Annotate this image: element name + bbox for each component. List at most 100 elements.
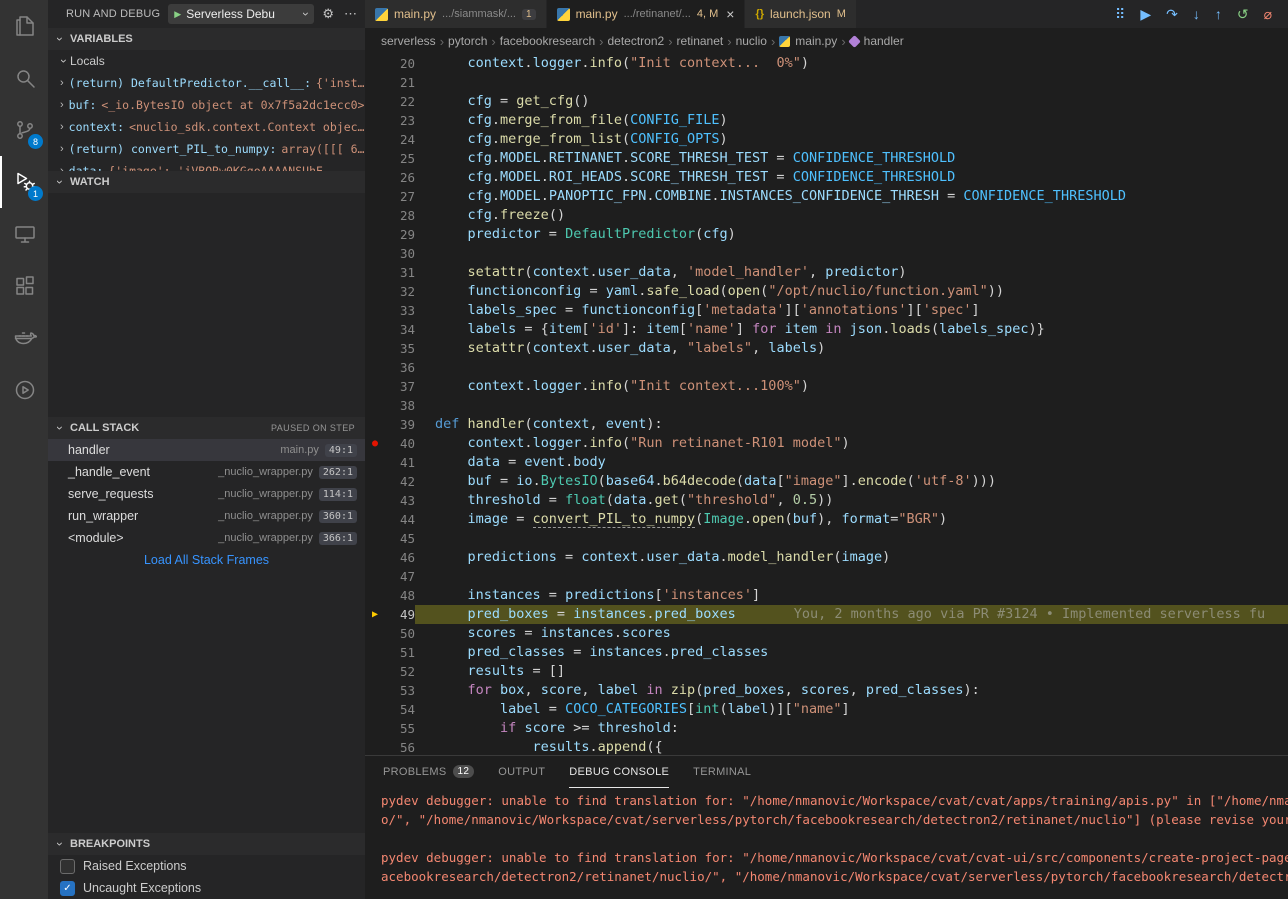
variable-row[interactable]: ›buf:<_io.BytesIO object at 0x7f5a2dc1ec… [48,94,365,116]
gutter-cell[interactable] [365,491,385,510]
panel-tab-problems[interactable]: PROBLEMS12 [383,756,474,788]
code-line-27[interactable]: 27 cfg.MODEL.PANOPTIC_FPN.COMBINE.INSTAN… [365,187,1288,206]
step-out-icon[interactable]: ↑ [1215,6,1222,22]
code-line-28[interactable]: 28 cfg.freeze() [365,206,1288,225]
code-line-21[interactable]: 21 [365,73,1288,92]
breadcrumb-item-nuclio[interactable]: nuclio [736,34,767,48]
search-icon[interactable] [0,52,48,104]
panel-tab-output[interactable]: OUTPUT [498,756,545,788]
code-line-37[interactable]: 37 context.logger.info("Init context...1… [365,377,1288,396]
gutter-cell[interactable] [365,415,385,434]
code-line-55[interactable]: 55 if score >= threshold: [365,719,1288,738]
step-into-icon[interactable]: ↓ [1193,6,1200,22]
gutter-cell[interactable] [365,358,385,377]
breadcrumb-item-retinanet[interactable]: retinanet [677,34,724,48]
breakpoint-icon[interactable]: ● [365,434,385,453]
variable-row[interactable]: ›(return) convert_PIL_to_numpy:array([[[… [48,138,365,160]
gutter-cell[interactable] [365,54,385,73]
gutter-cell[interactable] [365,111,385,130]
close-icon[interactable]: × [726,6,734,22]
gutter-cell[interactable] [365,529,385,548]
code-line-33[interactable]: 33 labels_spec = functionconfig['metadat… [365,301,1288,320]
breadcrumb-item-pytorch[interactable]: pytorch [448,34,487,48]
stack-frame-row[interactable]: run_wrapper_nuclio_wrapper.py360:1 [48,505,365,527]
run-and-debug-icon[interactable]: 1 [0,156,48,208]
gutter-cell[interactable] [365,149,385,168]
editor-tab-2-launch.json[interactable]: {}launch.jsonM [745,0,856,28]
test-explorer-icon[interactable] [0,364,48,416]
gutter-cell[interactable] [365,263,385,282]
code-line-48[interactable]: 48 instances = predictions['instances'] [365,586,1288,605]
gutter-cell[interactable] [365,73,385,92]
code-line-29[interactable]: 29 predictor = DefaultPredictor(cfg) [365,225,1288,244]
checkbox[interactable] [60,859,75,874]
gutter-cell[interactable] [365,244,385,263]
code-line-34[interactable]: 34 labels = {item['id']: item['name'] fo… [365,320,1288,339]
scope-locals[interactable]: › Locals [48,50,365,72]
gutter-cell[interactable] [365,320,385,339]
gutter-cell[interactable] [365,168,385,187]
gutter-cell[interactable] [365,282,385,301]
gutter-cell[interactable] [365,301,385,320]
code-line-53[interactable]: 53 for box, score, label in zip(pred_box… [365,681,1288,700]
code-line-43[interactable]: 43 threshold = float(data.get("threshold… [365,491,1288,510]
gutter-cell[interactable] [365,662,385,681]
code-line-52[interactable]: 52 results = [] [365,662,1288,681]
code-line-25[interactable]: 25 cfg.MODEL.RETINANET.SCORE_THRESH_TEST… [365,149,1288,168]
gutter-cell[interactable] [365,396,385,415]
gutter-cell[interactable] [365,339,385,358]
disconnect-icon[interactable]: ⌀ [1264,6,1272,23]
panel-tab-debug-console[interactable]: DEBUG CONSOLE [569,756,669,788]
debug-console-output[interactable]: pydev debugger: unable to find translati… [365,788,1288,886]
explorer-icon[interactable] [0,0,48,52]
panel-tab-terminal[interactable]: TERMINAL [693,756,751,788]
breadcrumb-item-handler[interactable]: handler [850,34,904,48]
code-line-54[interactable]: 54 label = COCO_CATEGORIES[int(label)]["… [365,700,1288,719]
code-line-44[interactable]: 44 image = convert_PIL_to_numpy(Image.op… [365,510,1288,529]
gutter-cell[interactable] [365,738,385,755]
gutter-cell[interactable] [365,700,385,719]
remote-explorer-icon[interactable] [0,208,48,260]
continue-icon[interactable]: ▶ [1140,6,1151,23]
editor-tab-0-main.py[interactable]: main.py.../siammask/...1 [365,0,547,28]
code-line-26[interactable]: 26 cfg.MODEL.ROI_HEADS.SCORE_THRESH_TEST… [365,168,1288,187]
gutter-cell[interactable] [365,472,385,491]
breadcrumb-item-detectron2[interactable]: detectron2 [607,34,664,48]
stack-frame-row[interactable]: _handle_event_nuclio_wrapper.py262:1 [48,461,365,483]
code-line-32[interactable]: 32 functionconfig = yaml.safe_load(open(… [365,282,1288,301]
code-line-56[interactable]: 56 results.append({ [365,738,1288,755]
code-line-51[interactable]: 51 pred_classes = instances.pred_classes [365,643,1288,662]
code-line-39[interactable]: 39def handler(context, event): [365,415,1288,434]
breakpoint-row[interactable]: Raised Exceptions [48,855,365,877]
gutter-cell[interactable] [365,719,385,738]
call-stack-section-header[interactable]: › CALL STACK PAUSED ON STEP [48,417,365,439]
drag-grip-icon[interactable]: ⠿ [1115,6,1125,23]
editor-tab-1-main.py[interactable]: main.py.../retinanet/...4, M× [547,0,746,28]
variable-row[interactable]: ›data:{'image': 'iVBORw0KGgoAAAANSUhE… [48,160,365,171]
gutter-cell[interactable] [365,92,385,111]
code-line-50[interactable]: 50 scores = instances.scores [365,624,1288,643]
code-line-23[interactable]: 23 cfg.merge_from_file(CONFIG_FILE) [365,111,1288,130]
breadcrumb-item-main.py[interactable]: main.py [779,34,837,48]
code-line-41[interactable]: 41 data = event.body [365,453,1288,472]
docker-icon[interactable] [0,312,48,364]
breadcrumb-item-serverless[interactable]: serverless [381,34,436,48]
code-line-31[interactable]: 31 setattr(context.user_data, 'model_han… [365,263,1288,282]
gear-icon[interactable]: ⚙ [322,6,334,22]
gutter-cell[interactable] [365,130,385,149]
checkbox[interactable]: ✓ [60,881,75,896]
code-line-20[interactable]: 20 context.logger.info("Init context... … [365,54,1288,73]
code-line-38[interactable]: 38 [365,396,1288,415]
code-line-45[interactable]: 45 [365,529,1288,548]
gutter-cell[interactable] [365,453,385,472]
code-editor[interactable]: 20 context.logger.info("Init context... … [365,54,1288,755]
code-line-35[interactable]: 35 setattr(context.user_data, "labels", … [365,339,1288,358]
gutter-cell[interactable] [365,567,385,586]
gutter-cell[interactable] [365,225,385,244]
code-line-24[interactable]: 24 cfg.merge_from_list(CONFIG_OPTS) [365,130,1288,149]
variables-section-header[interactable]: › VARIABLES [48,28,365,50]
breakpoint-row[interactable]: ✓Uncaught Exceptions [48,877,365,899]
start-debugging-icon[interactable]: ▶ [174,9,181,20]
breakpoints-section-header[interactable]: › BREAKPOINTS [48,833,365,855]
gutter-cell[interactable] [365,643,385,662]
